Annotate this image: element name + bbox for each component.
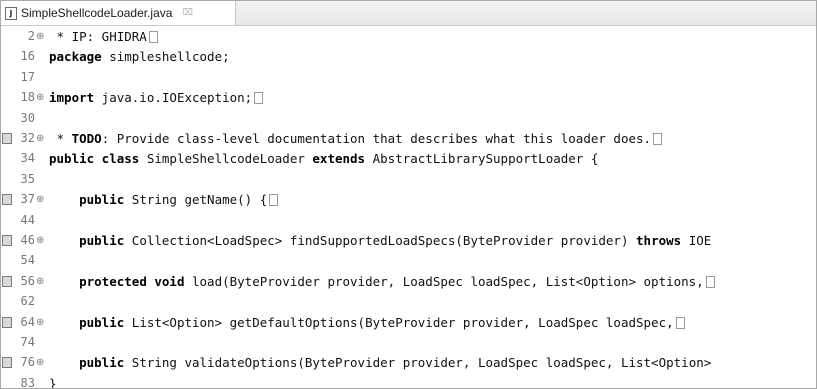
line-number: 62 [20, 294, 35, 309]
code-text: package simpleshellcode; [49, 48, 230, 65]
folded-code-icon[interactable] [705, 275, 715, 288]
folded-code-icon[interactable] [269, 194, 279, 207]
code-token: : Provide class-level documentation that… [101, 131, 652, 146]
code-token: String validateOptions(ByteProvider prov… [124, 355, 712, 371]
editor-tab-bar: J SimpleShellcodeLoader.java ⌧ [1, 1, 816, 26]
code-text: } [49, 375, 57, 389]
keyword-token: public [79, 355, 125, 371]
line-number: 2 [27, 29, 35, 43]
line-number: 76 [20, 355, 35, 370]
code-text: public List<Option> getDefaultOptions(By… [49, 314, 685, 331]
code-line[interactable]: 62 [1, 293, 816, 310]
code-line[interactable]: 46 ⊕ public Collection<LoadSpec> findSupp… [1, 232, 816, 249]
code-text: protected void load(ByteProvider provide… [49, 273, 715, 290]
fold-expand-icon[interactable]: ⊕ [36, 28, 44, 45]
code-line[interactable]: 83} [1, 375, 816, 389]
code-line[interactable]: 35 [1, 171, 816, 188]
code-line[interactable]: 74 [1, 334, 816, 351]
code-line[interactable]: 16 package simpleshellcode; [1, 48, 816, 65]
close-icon[interactable]: ⌧ [182, 8, 192, 18]
code-text: * IP: GHIDRA [49, 28, 158, 45]
code-token: } [49, 375, 57, 389]
code-token: simpleshellcode; [101, 49, 230, 65]
folded-code-icon[interactable] [675, 316, 685, 329]
code-editor[interactable]: 2 ⊕ * IP: GHIDRA 16 package simpleshellcode… [1, 26, 816, 388]
code-line[interactable]: 54 [1, 252, 816, 269]
code-text: public class SimpleShellcodeLoader exten… [49, 150, 598, 167]
code-token: String getName() { [124, 192, 268, 208]
keyword-token: protected void [79, 273, 185, 289]
line-number: 17 [20, 69, 35, 84]
editor-window: J SimpleShellcodeLoader.java ⌧ 2 ⊕ * IP: … [0, 0, 817, 389]
code-line[interactable]: 30 [1, 110, 816, 127]
line-number: 64 [20, 314, 35, 329]
code-line[interactable]: 44 [1, 212, 816, 229]
keyword-token: package [49, 49, 102, 65]
code-text: public Collection<LoadSpec> findSupporte… [49, 232, 711, 249]
code-text: import java.io.IOException; [49, 89, 264, 106]
code-token: java.io.IOException; [94, 90, 253, 106]
code-line[interactable]: 17 [1, 69, 816, 86]
fold-expand-icon[interactable]: ⊕ [36, 89, 44, 106]
code-line[interactable]: 18 ⊕ import java.io.IOException; [1, 89, 816, 106]
code-line[interactable]: 76 ⊕ public String validateOptions(BytePr… [1, 354, 816, 371]
code-line[interactable]: 32 ⊕ * TODO: Provide class-level document… [1, 130, 816, 147]
line-number: 18 [20, 90, 35, 105]
keyword-token: import [49, 90, 95, 106]
editor-tab-simpleshellcodeloader[interactable]: J SimpleShellcodeLoader.java ⌧ [1, 1, 236, 25]
fold-expand-icon[interactable]: ⊕ [36, 354, 44, 371]
keyword-token: TODO [71, 131, 102, 146]
folded-code-icon[interactable] [148, 31, 158, 43]
fold-expand-icon[interactable]: ⊕ [36, 232, 44, 249]
line-number: 34 [20, 151, 35, 166]
line-number: 32 [20, 131, 35, 145]
code-token: SimpleShellcodeLoader [139, 151, 313, 167]
fold-expand-icon[interactable]: ⊕ [36, 314, 44, 331]
keyword-token: public class [49, 151, 140, 167]
line-number: 83 [20, 375, 35, 389]
code-line[interactable]: 34 public class SimpleShellcodeLoader ext… [1, 150, 816, 167]
code-token: load(ByteProvider provider, LoadSpec loa… [184, 273, 704, 289]
line-number: 74 [20, 335, 35, 349]
line-number: 54 [20, 253, 35, 268]
fold-expand-icon[interactable]: ⊕ [36, 191, 44, 208]
line-number: 56 [20, 273, 35, 288]
keyword-token: public [79, 314, 125, 330]
fold-expand-icon[interactable]: ⊕ [36, 130, 44, 147]
code-token: AbstractLibrarySupportLoader { [365, 151, 599, 167]
code-text: * TODO: Provide class-level documentatio… [49, 130, 663, 147]
keyword-token: throws [636, 233, 682, 248]
line-number: 46 [20, 233, 35, 247]
code-token: IOE [681, 233, 712, 248]
folded-code-icon[interactable] [254, 92, 264, 105]
code-line[interactable]: 37 ⊕ public String getName() { [1, 191, 816, 208]
code-text: public String validateOptions(ByteProvid… [49, 354, 711, 371]
keyword-token: public [79, 192, 125, 208]
keyword-token: extends [312, 151, 366, 167]
code-token: Collection<LoadSpec> findSupportedLoadSp… [124, 233, 637, 248]
code-line[interactable]: 64 ⊕ public List<Option> getDefaultOption… [1, 314, 816, 331]
code-line[interactable]: 56 ⊕ protected void load(ByteProvider pro… [1, 273, 816, 290]
line-number: 16 [20, 49, 35, 64]
code-text: public String getName() { [49, 191, 279, 208]
fold-expand-icon[interactable]: ⊕ [36, 273, 44, 290]
java-file-icon: J [5, 6, 17, 20]
code-token: List<Option> getDefaultOptions(ByteProvi… [124, 314, 674, 330]
tab-label: SimpleShellcodeLoader.java [21, 6, 173, 20]
line-number: 30 [20, 110, 35, 125]
line-number: 35 [20, 171, 35, 186]
line-number: 44 [20, 212, 35, 227]
folded-code-icon[interactable] [653, 133, 663, 145]
code-token: * IP: GHIDRA [49, 29, 147, 44]
code-token: * [49, 131, 72, 146]
keyword-token: public [79, 233, 125, 248]
code-line[interactable]: 2 ⊕ * IP: GHIDRA [1, 28, 816, 45]
line-number: 37 [20, 192, 35, 207]
